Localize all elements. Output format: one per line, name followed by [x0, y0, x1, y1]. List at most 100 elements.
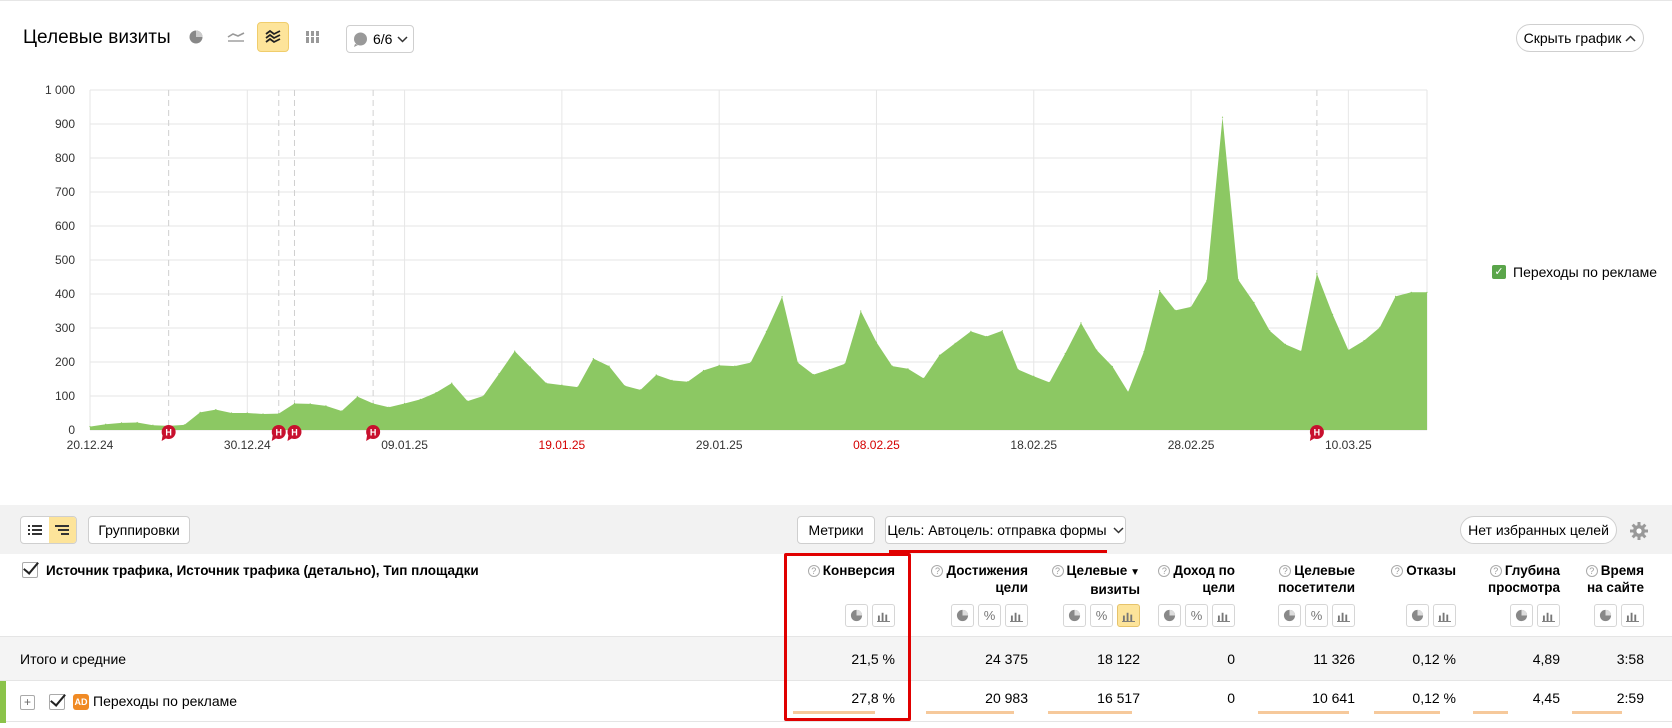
y-tick-label: 600 — [55, 219, 75, 233]
bar-view-button[interactable] — [1433, 604, 1456, 627]
data-point — [498, 373, 500, 375]
bar-chart-icon — [306, 31, 319, 43]
area-chart-icon — [265, 29, 281, 44]
column-header-label: посетители — [1278, 580, 1355, 595]
data-point — [1111, 365, 1114, 368]
metrics-button[interactable]: Метрики — [797, 516, 875, 544]
chart-legend[interactable]: ✓ Переходы по рекламе — [1492, 264, 1657, 280]
data-point — [293, 402, 296, 405]
y-tick-label: 100 — [55, 389, 75, 403]
pie-view-button[interactable] — [1158, 604, 1181, 627]
list-view-button[interactable] — [21, 517, 49, 543]
select-all-checkbox[interactable] — [22, 562, 38, 578]
data-point — [687, 381, 689, 383]
column-header-label: на сайте — [1586, 580, 1644, 595]
percent-view-button[interactable]: % — [1185, 604, 1208, 627]
bar-view-button[interactable] — [1537, 604, 1560, 627]
bar-view-button[interactable] — [1005, 604, 1028, 627]
tree-view-button[interactable] — [48, 517, 76, 543]
column-header[interactable]: ? Целевые ▼ визиты — [1040, 562, 1140, 598]
chart-type-bar-button[interactable] — [297, 22, 329, 52]
data-point — [1206, 279, 1208, 281]
chart-type-area-button[interactable] — [257, 22, 289, 52]
column-view-toggles: % — [951, 604, 1028, 627]
help-icon[interactable]: ? — [1158, 565, 1171, 577]
help-icon[interactable]: ? — [1391, 565, 1404, 577]
data-point — [1394, 295, 1397, 297]
bar-view-button[interactable] — [1332, 604, 1355, 627]
percent-icon: % — [1310, 608, 1323, 623]
percent-view-button[interactable]: % — [1090, 604, 1113, 627]
column-header[interactable]: ? Достижения цели — [918, 562, 1028, 596]
annotations-dropdown[interactable]: 6/6 — [346, 25, 414, 53]
data-point — [1221, 116, 1224, 118]
column-header[interactable]: ? Целевые посетители — [1250, 562, 1355, 596]
data-point — [844, 363, 846, 365]
pie-view-button[interactable] — [951, 604, 974, 627]
column-header[interactable]: ? Время на сайте — [1564, 562, 1644, 596]
annotation-marker[interactable]: Н — [271, 425, 286, 441]
data-point — [1347, 349, 1349, 351]
dimension-header[interactable]: Источник трафика, Источник трафика (дета… — [22, 562, 479, 578]
row-checkbox[interactable] — [49, 694, 65, 710]
annotation-marker-label: Н — [291, 428, 298, 438]
column-header-label: Глубина — [1504, 563, 1560, 578]
data-point — [1174, 309, 1176, 311]
pie-view-button[interactable] — [1278, 604, 1301, 627]
annotation-marker[interactable]: Н — [161, 425, 176, 441]
pie-view-button[interactable] — [1510, 604, 1533, 627]
view-mode-switch[interactable] — [20, 516, 77, 544]
row-value: 0,12 % — [1412, 690, 1456, 706]
bar-view-button[interactable] — [1621, 604, 1644, 627]
goal-select[interactable]: Цель: Автоцель: отправка формы — [885, 516, 1126, 544]
data-point — [1033, 375, 1035, 377]
column-header-label: цели — [995, 580, 1028, 595]
percent-view-button[interactable]: % — [1305, 604, 1328, 627]
chart-type-pie-button[interactable] — [180, 22, 212, 52]
bar-view-button[interactable] — [1117, 604, 1140, 627]
conversion-highlight-box — [784, 553, 911, 721]
expand-row-button[interactable]: + — [20, 695, 35, 710]
data-point — [1426, 291, 1428, 293]
x-tick-label: 29.01.25 — [696, 438, 743, 452]
pie-view-button[interactable] — [1406, 604, 1429, 627]
column-header[interactable]: ? Глубина просмотра — [1465, 562, 1560, 596]
column-header[interactable]: ? Отказы — [1366, 562, 1456, 579]
pie-view-button[interactable] — [1063, 604, 1086, 627]
data-point — [1001, 330, 1003, 332]
data-point — [1379, 326, 1381, 328]
help-icon[interactable]: ? — [931, 565, 944, 577]
data-point — [372, 402, 374, 405]
row-label[interactable]: Переходы по рекламе — [93, 693, 237, 709]
annotation-marker[interactable]: Н — [287, 425, 302, 441]
column-header[interactable]: ? Доход по цели — [1155, 562, 1235, 596]
data-point — [105, 423, 107, 425]
groupings-button[interactable]: Группировки — [88, 516, 190, 544]
help-icon[interactable]: ? — [1051, 565, 1064, 577]
annotation-marker-label: Н — [165, 428, 172, 438]
annotation-marker[interactable]: Н — [1309, 425, 1324, 441]
x-tick-label: 10.03.25 — [1325, 438, 1372, 452]
bar-view-button[interactable] — [1212, 604, 1235, 627]
data-point — [514, 350, 516, 352]
percent-view-button[interactable]: % — [978, 604, 1001, 627]
help-icon[interactable]: ? — [1585, 565, 1598, 577]
hide-chart-button[interactable]: Скрыть график — [1516, 24, 1644, 52]
chart-type-line-button[interactable] — [220, 22, 252, 52]
settings-gear-icon[interactable] — [1629, 521, 1649, 541]
favorite-goals-button[interactable]: Нет избранных целей — [1460, 516, 1617, 544]
data-point — [341, 410, 343, 412]
data-point — [750, 362, 752, 364]
sort-desc-icon: ▼ — [1127, 567, 1140, 578]
pie-view-button[interactable] — [1594, 604, 1617, 627]
data-point — [954, 342, 956, 344]
help-icon[interactable]: ? — [1279, 565, 1292, 577]
annotation-marker[interactable]: Н — [366, 425, 381, 441]
data-point — [545, 382, 547, 384]
help-icon[interactable]: ? — [1489, 565, 1502, 577]
data-point — [1300, 350, 1302, 352]
row-color-marker — [0, 681, 6, 723]
data-point — [1332, 313, 1334, 315]
data-point — [262, 413, 264, 415]
legend-checkbox-icon[interactable]: ✓ — [1492, 265, 1506, 279]
